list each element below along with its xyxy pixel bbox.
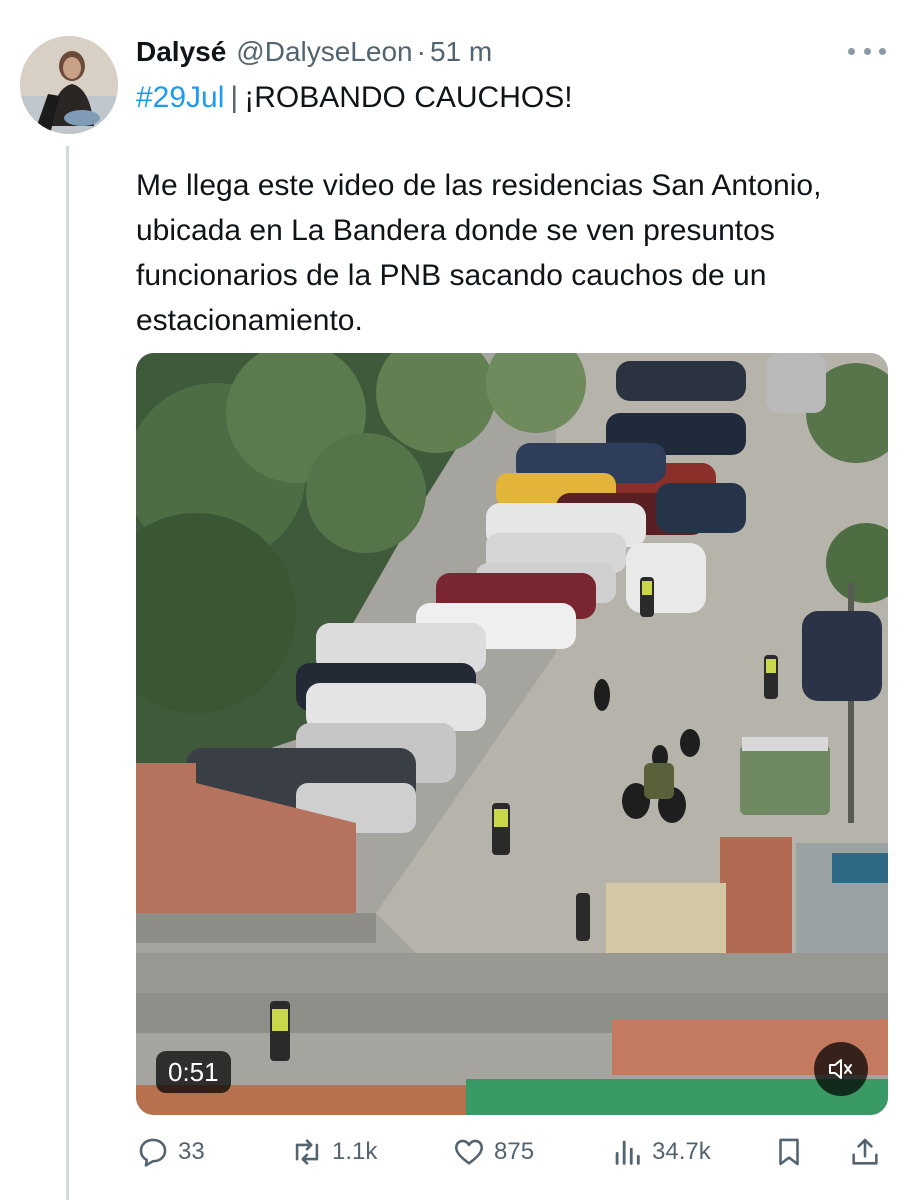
- reply-count: 33: [178, 1138, 205, 1165]
- hashtag-link[interactable]: #29Jul: [136, 81, 224, 114]
- more-dot: [879, 47, 886, 55]
- avatar-photo: [20, 36, 118, 134]
- author-handle[interactable]: @DalyseLeon: [236, 36, 412, 68]
- timestamp[interactable]: 51 m: [430, 36, 492, 68]
- mute-toggle-button[interactable]: [814, 1042, 868, 1096]
- more-dot: [848, 47, 855, 55]
- video-duration: 0:51: [156, 1051, 231, 1093]
- tweet-body: Me llega este video de las residencias S…: [136, 169, 822, 337]
- reply-icon: [139, 1138, 167, 1167]
- more-options-icon[interactable]: [848, 44, 886, 58]
- headline-text: ¡ROBANDO CAUCHOS!: [244, 81, 573, 114]
- reply-button[interactable]: 33: [136, 1128, 205, 1176]
- author-avatar[interactable]: [20, 36, 118, 134]
- video-frame: [136, 353, 888, 1115]
- video-player[interactable]: 0:51: [136, 353, 888, 1115]
- headline-separator: |: [230, 81, 239, 114]
- thread-connector-line: [66, 146, 69, 1200]
- tweet-headline: #29Jul | ¡ROBANDO CAUCHOS!: [136, 78, 573, 118]
- views-count: 34.7k: [652, 1138, 711, 1165]
- share-button[interactable]: [848, 1128, 882, 1176]
- like-button[interactable]: 875: [452, 1128, 534, 1176]
- bookmark-button[interactable]: [772, 1128, 806, 1176]
- speaker-muted-icon: [829, 1059, 852, 1079]
- repost-icon: [295, 1139, 319, 1165]
- header-separator: ·: [416, 36, 426, 67]
- tweet-actions-bar: 33 1.1k 875 34.7k: [136, 1128, 888, 1176]
- share-icon: [852, 1138, 878, 1165]
- heart-icon: [454, 1139, 484, 1165]
- like-count: 875: [494, 1138, 535, 1165]
- repost-count: 1.1k: [332, 1138, 378, 1165]
- more-dot: [863, 47, 871, 55]
- tweet-header: Dalysé @DalyseLeon · 51 m: [136, 34, 492, 70]
- author-name[interactable]: Dalysé: [136, 36, 226, 68]
- views-button[interactable]: 34.7k: [610, 1128, 711, 1176]
- repost-button[interactable]: 1.1k: [290, 1128, 377, 1176]
- bookmark-icon: [779, 1138, 799, 1166]
- views-icon: [615, 1140, 640, 1165]
